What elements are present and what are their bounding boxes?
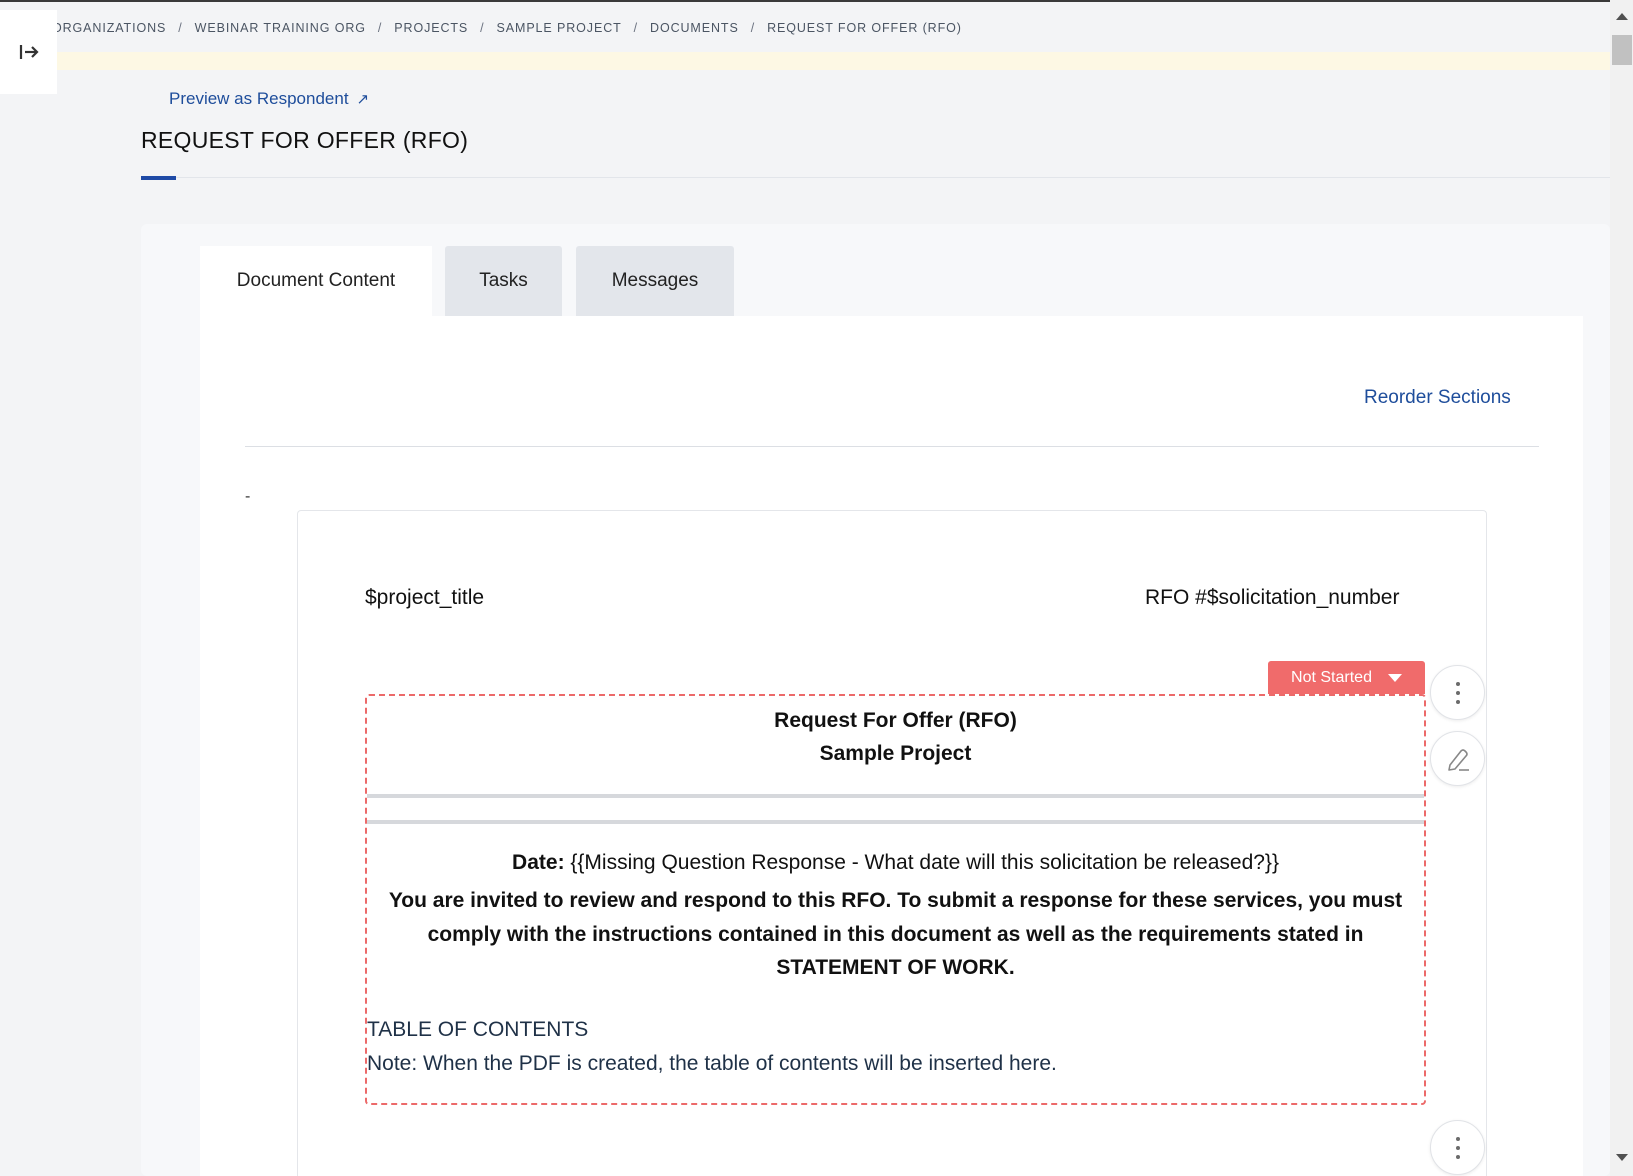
breadcrumb-separator: / — [377, 21, 383, 35]
status-label: Not Started — [1291, 668, 1372, 686]
scrollbar-thumb[interactable] — [1612, 35, 1632, 65]
breadcrumb-sample-project[interactable]: SAMPLE PROJECT — [497, 21, 622, 35]
project-title-placeholder: $project_title — [365, 586, 485, 609]
preview-link-label: Preview as Respondent — [169, 89, 349, 108]
breadcrumb-projects[interactable]: PROJECTS — [394, 21, 468, 35]
section-menu-button[interactable] — [1430, 1120, 1485, 1175]
title-accent-bar — [141, 176, 176, 180]
breadcrumb-separator: / — [750, 21, 756, 35]
title-divider — [141, 177, 1610, 178]
section-divider — [367, 794, 1424, 798]
breadcrumb-separator: / — [178, 21, 183, 35]
scroll-down-arrow-icon[interactable] — [1616, 1154, 1628, 1161]
toc-title: TABLE OF CONTENTS — [367, 1018, 589, 1041]
tab-tasks[interactable]: Tasks — [445, 246, 562, 316]
breadcrumb: ORGANIZATIONS / WEBINAR TRAINING ORG / P… — [57, 18, 962, 38]
breadcrumb-current-document: REQUEST FOR OFFER (RFO) — [767, 21, 962, 35]
breadcrumb-separator: / — [633, 21, 639, 35]
scroll-up-arrow-icon[interactable] — [1616, 13, 1628, 20]
tab-document-content[interactable]: Document Content — [200, 246, 432, 316]
external-link-icon: ↗ — [356, 91, 370, 108]
vertical-scrollbar[interactable] — [1610, 0, 1633, 1176]
tab-messages[interactable]: Messages — [576, 246, 734, 316]
reorder-sections-link[interactable]: Reorder Sections — [1364, 387, 1511, 409]
breadcrumb-documents[interactable]: DOCUMENTS — [650, 21, 739, 35]
date-value: {{Missing Question Response - What date … — [564, 851, 1279, 874]
section-heading-subtitle: Sample Project — [819, 742, 972, 765]
top-border — [0, 0, 1633, 2]
more-vertical-icon — [1455, 1136, 1460, 1159]
section-status-dropdown[interactable]: Not Started — [1268, 661, 1425, 694]
sidebar-toggle-button[interactable] — [0, 10, 57, 94]
invitation-text: You are invited to review and respond to… — [388, 889, 1403, 979]
toc-note: Note: When the PDF is created, the table… — [367, 1052, 1057, 1075]
date-label: Date: — [512, 851, 565, 874]
notice-bar — [57, 52, 1610, 70]
rfo-number-placeholder: RFO #$solicitation_number — [1145, 586, 1400, 609]
more-vertical-icon — [1455, 681, 1460, 704]
panel-divider — [245, 446, 1539, 447]
pencil-icon — [1447, 748, 1469, 771]
section-heading-title: Request For Offer (RFO) — [774, 709, 1017, 732]
page-title: REQUEST FOR OFFER (RFO) — [141, 127, 469, 153]
section-edit-button[interactable] — [1430, 731, 1485, 786]
breadcrumb-webinar-training-org[interactable]: WEBINAR TRAINING ORG — [195, 21, 366, 35]
caret-down-icon — [1387, 673, 1402, 682]
breadcrumb-organizations[interactable]: ORGANIZATIONS — [57, 21, 166, 35]
section-divider — [367, 820, 1424, 824]
date-line: Date: {{Missing Question Response - What… — [367, 851, 1424, 875]
preview-as-respondent-link[interactable]: Preview as Respondent ↗ — [169, 89, 369, 109]
expand-sidebar-icon — [19, 45, 39, 59]
breadcrumb-separator: / — [480, 21, 485, 35]
section-dash: - — [245, 488, 251, 505]
section-menu-button[interactable] — [1430, 665, 1485, 720]
